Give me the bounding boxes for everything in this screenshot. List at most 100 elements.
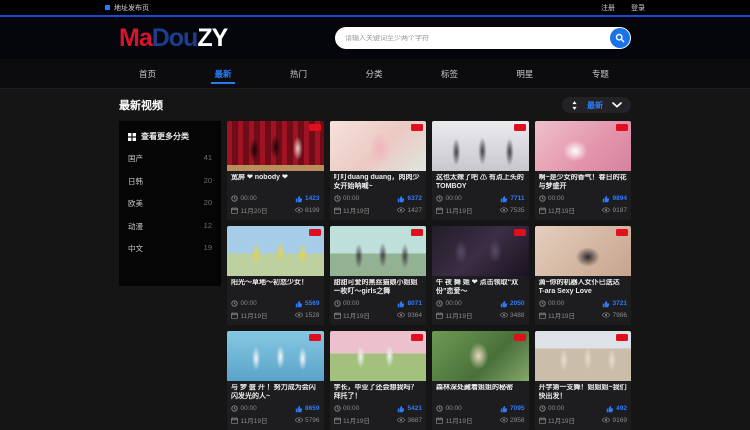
search-button[interactable] <box>610 28 630 48</box>
video-thumbnail[interactable] <box>330 121 427 171</box>
video-card[interactable]: 开学第一支舞！姐姐姐~我们快出发！ 00:00 492 <box>535 331 632 430</box>
register-link[interactable]: 注册 <box>601 3 615 13</box>
video-title[interactable]: 阳光～草地～初恋少女！ <box>231 279 320 297</box>
video-card[interactable]: 甜甜可爱的黑丝猫娘小姐姐一枚叮～girls之舞 00:00 8071 <box>330 226 427 325</box>
search-bar <box>335 27 631 49</box>
video-thumbnail[interactable] <box>432 226 529 276</box>
login-link[interactable]: 登录 <box>631 3 645 13</box>
video-card-body: 学长，毕业了还会想我吗？拜托了！ 00:00 5421 <box>330 381 427 430</box>
eye-icon <box>397 207 405 213</box>
video-card[interactable]: 午 夜 舞 姬 ❤ 点击领取“双份”恋爱～ 00:00 2050 <box>432 226 529 325</box>
video-card[interactable]: 森林深处藏着姐姐的秘密 00:00 7095 <box>432 331 529 430</box>
main-head: 最新视频 最新 <box>119 98 631 112</box>
address-page-label: 地址发布页 <box>114 3 149 13</box>
video-stat-row-1: 00:00 8659 <box>231 405 320 413</box>
eye-icon <box>602 417 610 423</box>
category-label: 日韩 <box>128 176 143 187</box>
video-card[interactable]: 滴~你的机器人女仆已送达 T-ara Sexy Love 00:00 3721 <box>535 226 632 325</box>
category-item[interactable]: 日韩 20 <box>128 176 212 187</box>
video-date: 11月19日 <box>548 205 575 215</box>
video-stat-row-2: 11月19日 5796 <box>231 415 320 425</box>
category-count: 12 <box>204 221 212 232</box>
eye-icon <box>500 417 508 423</box>
video-duration: 00:00 <box>343 195 359 202</box>
video-thumbnail[interactable] <box>330 331 427 381</box>
likes-stat: 7711 <box>500 195 525 203</box>
thumbs-up-icon <box>500 195 508 203</box>
corner-badge-icon <box>411 334 423 341</box>
video-thumbnail[interactable] <box>535 121 632 171</box>
video-card[interactable]: 这也太辣了吧 ⚠ 有点上头的TOMBOY 00:00 7711 <box>432 121 529 220</box>
video-title[interactable]: 叮叮duang duang，肉肉少女开始呐喊~ <box>334 174 423 192</box>
video-thumbnail[interactable] <box>227 121 324 171</box>
nav-inner: 首页 最新 热门 分类 标签 明星 专题 <box>119 59 631 88</box>
video-likes: 5569 <box>305 300 319 307</box>
category-item[interactable]: 动漫 12 <box>128 221 212 232</box>
calendar-icon <box>231 417 238 424</box>
video-card[interactable]: 啊~是少女的香气！春日的花与梦盛开 00:00 9894 <box>535 121 632 220</box>
video-title[interactable]: 与 梦 盛 开 ！努力成为会闪闪发光的人~ <box>231 384 320 402</box>
date-stat: 11月19日 <box>231 310 267 320</box>
video-stat-row-1: 00:00 3721 <box>539 300 628 308</box>
video-thumbnail[interactable] <box>227 331 324 381</box>
nav-item[interactable]: 明星 <box>516 59 533 88</box>
nav-item[interactable]: 分类 <box>365 59 382 88</box>
auth-links: 注册 登录 <box>601 3 645 13</box>
video-thumbnail[interactable] <box>432 331 529 381</box>
nav-item[interactable]: 首页 <box>139 59 156 88</box>
video-title[interactable]: 滴~你的机器人女仆已送达 T-ara Sexy Love <box>539 279 628 297</box>
views-stat: 1427 <box>397 207 422 214</box>
sort-dropdown[interactable]: 最新 <box>562 97 631 113</box>
video-title[interactable]: 午 夜 舞 姬 ❤ 点击领取“双份”恋爱～ <box>436 279 525 297</box>
category-item[interactable]: 国产 41 <box>128 153 212 164</box>
video-title[interactable]: 学长，毕业了还会想我吗？拜托了！ <box>334 384 423 402</box>
video-card[interactable]: 学长，毕业了还会想我吗？拜托了！ 00:00 5421 <box>330 331 427 430</box>
eye-icon <box>397 312 405 318</box>
video-title[interactable]: 宽屏 ❤ nobody ❤ <box>231 174 320 192</box>
video-card-body: 啊~是少女的香气！春日的花与梦盛开 00:00 9894 <box>535 171 632 220</box>
video-stat-row-1: 00:00 5421 <box>334 405 423 413</box>
video-card-body: 午 夜 舞 姬 ❤ 点击领取“双份”恋爱～ 00:00 2050 <box>432 276 529 325</box>
views-stat: 5796 <box>295 417 320 424</box>
site-logo[interactable]: MaDouZY <box>119 26 227 51</box>
nav-item[interactable]: 标签 <box>441 59 458 88</box>
video-thumbnail[interactable] <box>535 331 632 381</box>
thumbs-up-icon <box>397 300 405 308</box>
video-date: 11月19日 <box>446 205 473 215</box>
category-label: 欧美 <box>128 198 143 209</box>
category-item[interactable]: 中文 19 <box>128 243 212 254</box>
video-card[interactable]: 叮叮duang duang，肉肉少女开始呐喊~ 00:00 6372 <box>330 121 427 220</box>
video-date: 11月19日 <box>343 310 370 320</box>
date-stat: 11月19日 <box>436 415 472 425</box>
category-item[interactable]: 欧美 20 <box>128 198 212 209</box>
nav-item[interactable]: 专题 <box>592 59 609 88</box>
nav-item[interactable]: 热门 <box>290 59 307 88</box>
video-views: 7535 <box>510 207 524 214</box>
nav-item[interactable]: 最新 <box>214 59 231 88</box>
video-title[interactable]: 森林深处藏着姐姐的秘密 <box>436 384 525 402</box>
video-title[interactable]: 甜甜可爱的黑丝猫娘小姐姐一枚叮～girls之舞 <box>334 279 423 297</box>
video-title[interactable]: 啊~是少女的香气！春日的花与梦盛开 <box>539 174 628 192</box>
video-thumbnail[interactable] <box>330 226 427 276</box>
search-input[interactable] <box>345 35 607 42</box>
video-title[interactable]: 这也太辣了吧 ⚠ 有点上头的TOMBOY <box>436 174 525 192</box>
video-views: 1528 <box>305 312 319 319</box>
duration-stat: 00:00 <box>231 195 257 202</box>
video-card[interactable]: 与 梦 盛 开 ！努力成为会闪闪发光的人~ 00:00 8659 <box>227 331 324 430</box>
video-stat-row-1: 00:00 5569 <box>231 300 320 308</box>
video-card[interactable]: 宽屏 ❤ nobody ❤ 00:00 1423 <box>227 121 324 220</box>
address-page-link[interactable]: 地址发布页 <box>105 3 149 13</box>
sidebar-title[interactable]: 查看更多分类 <box>128 131 212 142</box>
video-likes: 6372 <box>408 195 422 202</box>
video-stat-row-2: 11月19日 3687 <box>334 415 423 425</box>
video-thumbnail[interactable] <box>227 226 324 276</box>
video-card-body: 与 梦 盛 开 ！努力成为会闪闪发光的人~ 00:00 8659 <box>227 381 324 430</box>
corner-badge-icon <box>514 334 526 341</box>
video-thumbnail[interactable] <box>535 226 632 276</box>
views-stat: 9187 <box>602 207 627 214</box>
video-title[interactable]: 开学第一支舞！姐姐姐~我们快出发！ <box>539 384 628 402</box>
video-thumbnail[interactable] <box>432 121 529 171</box>
clock-icon <box>334 195 341 202</box>
video-card[interactable]: 阳光～草地～初恋少女！ 00:00 5569 <box>227 226 324 325</box>
video-stat-row-1: 00:00 492 <box>539 405 628 413</box>
